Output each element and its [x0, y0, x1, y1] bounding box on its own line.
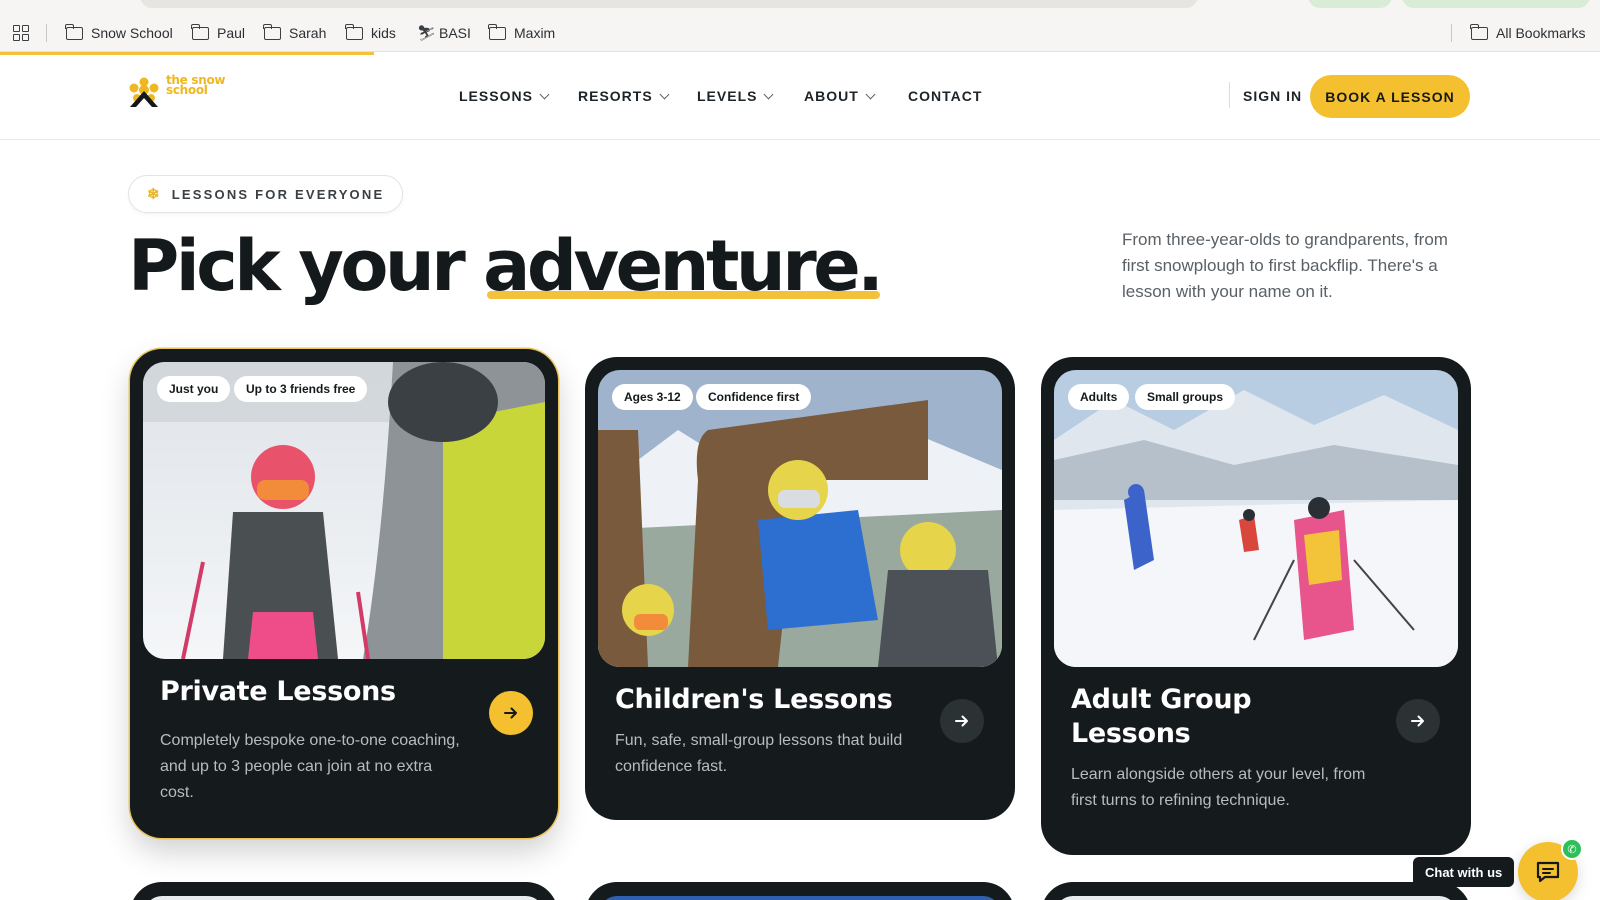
chevron-down-icon	[865, 89, 876, 99]
bookmark-label: Maxim	[514, 25, 556, 41]
card-title: Children's Lessons	[615, 684, 893, 715]
folder-icon	[345, 23, 363, 40]
bookmark-label: Paul	[217, 25, 246, 41]
book-lesson-button[interactable]: BOOK A LESSON	[1310, 75, 1470, 118]
nav-about[interactable]: ABOUT	[804, 88, 876, 104]
card-description: Fun, safe, small-group lessons that buil…	[615, 732, 903, 775]
bookmark-basi[interactable]: ⛷ BASI	[417, 23, 471, 43]
folder-icon	[191, 23, 209, 40]
site-header: the snow school LESSONS RESORTS LEVELS A…	[0, 55, 1600, 140]
card-description: Completely bespoke one-to-one coaching, …	[160, 732, 460, 801]
bookmark-maxim[interactable]: Maxim	[488, 23, 556, 43]
bookmarks-divider	[1451, 24, 1452, 42]
folder-icon	[488, 23, 506, 40]
card-photo-adult: Adults Small groups	[1054, 370, 1458, 667]
bookmark-sarah[interactable]: Sarah	[263, 23, 327, 43]
chevron-down-icon	[764, 89, 774, 99]
bookmark-paul[interactable]: Paul	[191, 23, 246, 43]
title-highlight: adventure.	[483, 225, 884, 307]
card-title: Adult Group Lessons	[1071, 684, 1252, 749]
card-tag: Confidence first	[696, 384, 812, 410]
apps-grid-icon[interactable]	[13, 25, 29, 41]
folder-icon	[65, 23, 83, 40]
whatsapp-icon[interactable]: ✆	[1561, 838, 1583, 860]
bookmarks-divider	[46, 24, 47, 42]
nav-label: CONTACT	[908, 88, 983, 104]
lesson-card-adult[interactable]: Adults Small groups Adult Group Lessons …	[1041, 357, 1471, 855]
bookmarks-bar: Snow School Paul Sarah kids ⛷ BASI Maxim…	[0, 20, 1600, 46]
snowflake-icon: ❄	[147, 186, 162, 203]
nav-contact[interactable]: CONTACT	[908, 88, 982, 104]
lesson-card-next-1[interactable]	[130, 882, 558, 900]
nav-levels[interactable]: LEVELS	[697, 88, 774, 104]
all-bookmarks[interactable]: All Bookmarks	[1470, 23, 1586, 43]
card-photo	[144, 896, 544, 900]
card-photo	[599, 896, 1001, 900]
arrow-right-icon	[1411, 715, 1424, 727]
page-title: Pick your adventure.	[128, 225, 884, 307]
eyebrow-badge: ❄ LESSONS FOR EVERYONE	[128, 175, 404, 213]
lesson-card-private[interactable]: Just you Up to 3 friends free Private Le…	[130, 349, 558, 838]
card-tag: Up to 3 friends free	[234, 376, 368, 402]
card-tag: Small groups	[1135, 384, 1236, 410]
bookmark-label: Sarah	[289, 25, 327, 41]
lesson-card-next-3[interactable]	[1041, 882, 1471, 900]
snowflake-mountain-icon	[129, 77, 159, 107]
folder-icon	[1470, 23, 1488, 40]
title-plain: Pick your	[128, 225, 484, 307]
lesson-card-children[interactable]: Ages 3-12 Confidence first Children's Le…	[585, 357, 1015, 820]
site-logo[interactable]: the snow school	[128, 73, 228, 116]
nav-label: RESORTS	[578, 88, 653, 104]
card-photo	[1055, 896, 1457, 900]
address-bar[interactable]	[140, 0, 1198, 8]
nav-lessons[interactable]: LESSONS	[459, 88, 550, 104]
hero-description: From three-year-olds to grandparents, fr…	[1122, 230, 1448, 301]
private-lesson-photo	[143, 362, 545, 659]
chat-label[interactable]: Chat with us	[1413, 857, 1515, 887]
bookmark-snow-school[interactable]: Snow School	[65, 23, 173, 43]
card-tag: Adults	[1068, 384, 1130, 410]
bookmark-kids[interactable]: kids	[345, 23, 396, 43]
arrow-right-icon	[504, 707, 517, 719]
card-title: Private Lessons	[160, 676, 396, 707]
chat-bubble-icon	[1536, 861, 1560, 883]
nav-label: ABOUT	[804, 88, 859, 104]
card-arrow-button[interactable]	[1396, 699, 1440, 743]
profile-pill[interactable]	[1402, 0, 1590, 8]
nav-label: LESSONS	[459, 88, 533, 104]
card-photo-children: Ages 3-12 Confidence first	[598, 370, 1002, 667]
browser-chrome: Snow School Paul Sarah kids ⛷ BASI Maxim…	[0, 0, 1600, 52]
nav-label: LEVELS	[697, 88, 758, 104]
lesson-card-next-2[interactable]	[585, 882, 1015, 900]
header-divider	[1229, 82, 1230, 108]
logo-wordmark: the snow school	[166, 73, 226, 97]
folder-icon	[263, 23, 281, 40]
card-tag: Just you	[157, 376, 231, 402]
sign-in-link[interactable]: SIGN IN	[1243, 88, 1302, 104]
nav-resorts[interactable]: RESORTS	[578, 88, 670, 104]
chevron-down-icon	[539, 89, 550, 99]
adult-lesson-photo	[1054, 370, 1458, 667]
chevron-down-icon	[659, 89, 670, 99]
children-lesson-photo	[598, 370, 1002, 667]
card-description: Learn alongside others at your level, fr…	[1071, 766, 1366, 809]
card-arrow-button[interactable]	[489, 691, 533, 735]
card-arrow-button[interactable]	[940, 699, 984, 743]
all-bookmarks-label: All Bookmarks	[1496, 25, 1586, 41]
bookmark-label: Snow School	[91, 25, 173, 41]
bookmark-label: kids	[371, 25, 396, 41]
card-tag: Ages 3-12	[612, 384, 693, 410]
arrow-right-icon	[955, 715, 968, 727]
eyebrow-label: LESSONS FOR EVERYONE	[171, 186, 385, 202]
card-photo-private: Just you Up to 3 friends free	[143, 362, 545, 659]
extension-pill[interactable]	[1308, 0, 1392, 8]
skier-icon: ⛷	[417, 25, 437, 42]
bookmark-label: BASI	[439, 25, 471, 41]
